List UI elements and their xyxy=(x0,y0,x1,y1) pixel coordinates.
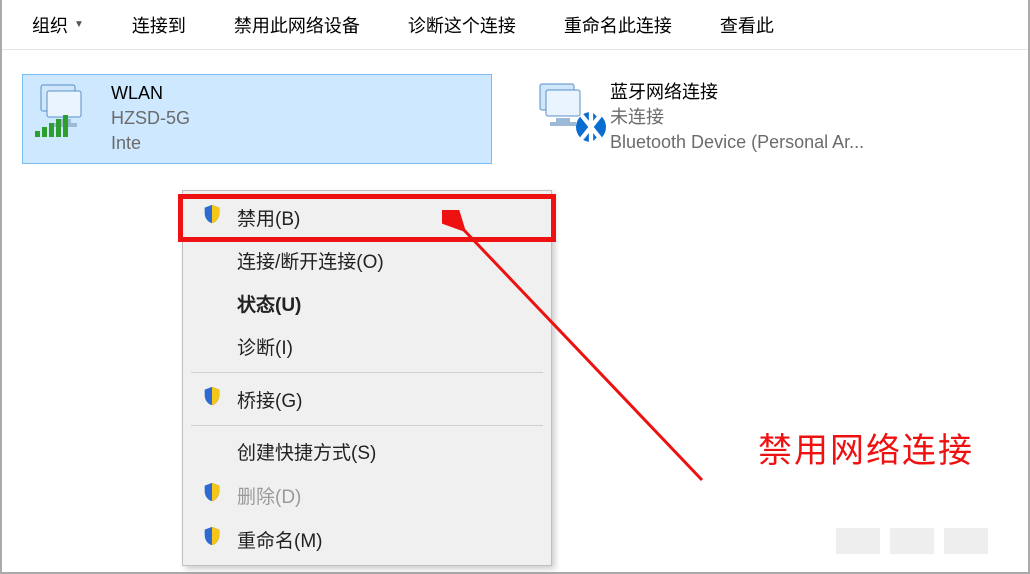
menu-separator xyxy=(191,372,543,373)
watermark-blocks xyxy=(836,528,988,554)
menu-icon-spacer xyxy=(201,441,223,463)
context-menu-item-label: 禁用(B) xyxy=(237,204,300,231)
context-menu-item-label: 状态(U) xyxy=(237,290,301,317)
uac-shield-icon xyxy=(201,203,223,231)
toolbar-disable-device-label: 禁用此网络设备 xyxy=(234,12,360,38)
context-menu-item-label: 桥接(G) xyxy=(237,386,302,413)
menu-icon-spacer xyxy=(201,336,223,358)
toolbar-organize-label: 组织 xyxy=(32,12,68,38)
toolbar-organize[interactable]: 组织 ▼ xyxy=(32,12,84,38)
chevron-down-icon: ▼ xyxy=(74,19,84,30)
toolbar-connect-to[interactable]: 连接到 xyxy=(132,12,186,38)
adapter-bluetooth-text: 蓝牙网络连接 未连接 Bluetooth Device (Personal Ar… xyxy=(610,80,864,156)
annotation-text: 禁用网络连接 xyxy=(758,423,974,472)
bluetooth-icon xyxy=(576,112,606,142)
adapter-driver: Inte xyxy=(111,131,190,156)
uac-shield-icon xyxy=(201,481,223,509)
toolbar-diagnose[interactable]: 诊断这个连接 xyxy=(408,12,516,38)
toolbar-connect-to-label: 连接到 xyxy=(132,12,186,38)
adapter-wlan[interactable]: WLAN HZSD-5G Inte xyxy=(22,74,492,164)
adapter-title: WLAN xyxy=(111,81,190,106)
content-area: WLAN HZSD-5G Inte 蓝牙网络连接 未连接 xyxy=(2,50,1028,572)
wifi-signal-icon xyxy=(35,115,68,137)
context-menu-item[interactable]: 桥接(G) xyxy=(183,377,551,421)
context-menu-item-label: 创建快捷方式(S) xyxy=(237,438,376,465)
adapter-title: 蓝牙网络连接 xyxy=(610,80,864,105)
toolbar-disable-device[interactable]: 禁用此网络设备 xyxy=(234,12,360,38)
menu-icon-spacer xyxy=(201,293,223,315)
adapter-driver: Bluetooth Device (Personal Ar... xyxy=(610,130,864,155)
adapter-status: 未连接 xyxy=(610,105,864,130)
network-adapter-icon xyxy=(532,80,596,136)
toolbar-view-status[interactable]: 查看此 xyxy=(720,12,774,38)
toolbar: 组织 ▼ 连接到 禁用此网络设备 诊断这个连接 重命名此连接 查看此 xyxy=(2,0,1028,50)
adapter-ssid: HZSD-5G xyxy=(111,106,190,131)
context-menu-item[interactable]: 诊断(I) xyxy=(183,325,551,368)
context-menu-item[interactable]: 状态(U) xyxy=(183,282,551,325)
menu-separator xyxy=(191,425,543,426)
adapter-wlan-text: WLAN HZSD-5G Inte xyxy=(111,81,190,157)
uac-shield-icon xyxy=(201,385,223,413)
context-menu: 禁用(B) 连接/断开连接(O) 状态(U) 诊断(I) 桥接(G) 创建快捷方式(S) 删… xyxy=(182,190,552,566)
uac-shield-icon xyxy=(201,525,223,553)
context-menu-item-label: 连接/断开连接(O) xyxy=(237,247,384,274)
adapter-list: WLAN HZSD-5G Inte 蓝牙网络连接 未连接 xyxy=(22,74,1008,164)
toolbar-view-status-label: 查看此 xyxy=(720,12,774,38)
context-menu-item-label: 诊断(I) xyxy=(237,333,293,360)
context-menu-item-label: 重命名(M) xyxy=(237,526,322,553)
context-menu-item[interactable]: 连接/断开连接(O) xyxy=(183,239,551,282)
toolbar-rename-label: 重命名此连接 xyxy=(564,12,672,38)
toolbar-diagnose-label: 诊断这个连接 xyxy=(408,12,516,38)
network-adapter-icon xyxy=(33,81,97,137)
context-menu-item-label: 删除(D) xyxy=(237,482,301,509)
context-menu-item: 删除(D) xyxy=(183,473,551,517)
toolbar-rename[interactable]: 重命名此连接 xyxy=(564,12,672,38)
context-menu-item[interactable]: 重命名(M) xyxy=(183,517,551,561)
adapter-bluetooth[interactable]: 蓝牙网络连接 未连接 Bluetooth Device (Personal Ar… xyxy=(522,74,992,164)
context-menu-item[interactable]: 创建快捷方式(S) xyxy=(183,430,551,473)
menu-icon-spacer xyxy=(201,250,223,272)
context-menu-item[interactable]: 禁用(B) xyxy=(183,195,551,239)
